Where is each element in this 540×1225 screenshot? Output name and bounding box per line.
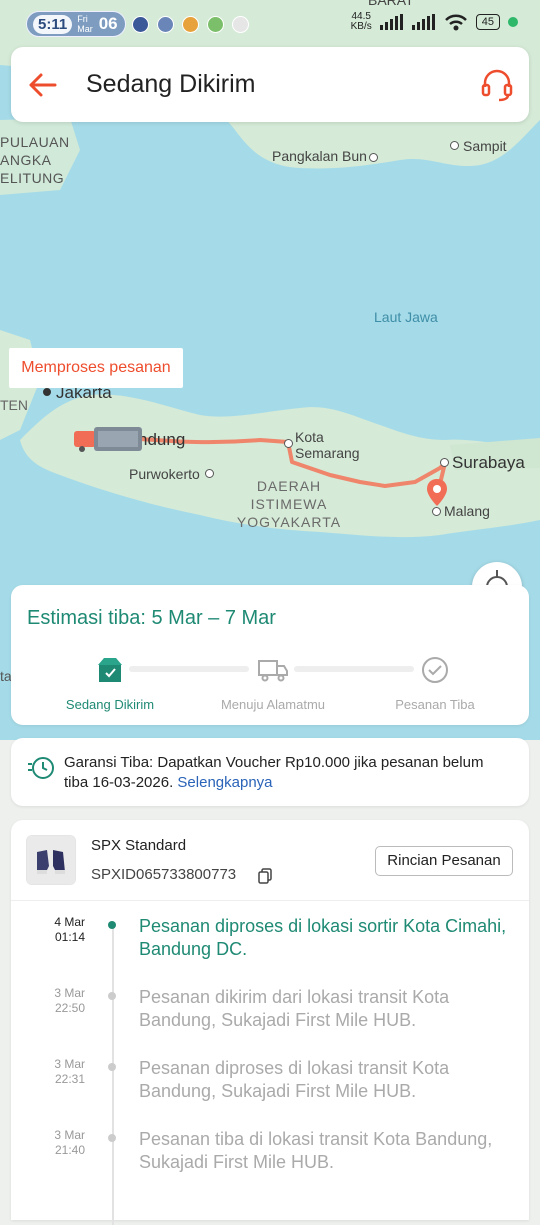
- map-label-malang: Malang: [444, 503, 490, 519]
- timeline-date: 3 Mar 21:40: [54, 1128, 85, 1157]
- map-label-surabaya: Surabaya: [452, 453, 525, 472]
- map-dot-pangkalan-bun: [369, 153, 378, 162]
- headset-icon[interactable]: [479, 67, 515, 103]
- app-icon: [207, 16, 224, 33]
- timeline-dot: [108, 1063, 116, 1071]
- tracking-number: SPXID065733800773: [91, 866, 237, 883]
- step-on-the-way: Menuju Alamatmu: [203, 653, 343, 712]
- guarantee-text: Garansi Tiba: Dapatkan Voucher Rp10.000 …: [64, 754, 484, 791]
- signal-icon: [411, 14, 435, 30]
- map-label-pulau: PULAUAN ANGKA ELITUNG: [0, 134, 70, 186]
- step-label: Pesanan Tiba: [395, 697, 475, 712]
- status-dot-icon: [508, 17, 518, 27]
- network-speed: 44.5 KB/s: [350, 11, 372, 32]
- truck-icon: [74, 427, 142, 452]
- map-dot-semarang: [284, 439, 293, 448]
- top-app-bar: Sedang Dikirim: [11, 47, 529, 122]
- step-arrived: Pesanan Tiba: [365, 653, 505, 712]
- timeline-text: Pesanan diproses di lokasi sortir Kota C…: [139, 916, 507, 959]
- timeline-text: Pesanan diproses di lokasi transit Kota …: [139, 1058, 450, 1101]
- app-icon: [182, 16, 199, 33]
- notification-icons: [132, 16, 249, 33]
- back-arrow-icon[interactable]: [25, 67, 61, 103]
- facebook-icon: [132, 16, 149, 33]
- map-label-laut-jawa: Laut Jawa: [374, 309, 438, 325]
- status-time-pill: 5:11 Fri Mar 06: [26, 11, 126, 37]
- package-icon: [98, 658, 122, 682]
- app-icon: [232, 16, 249, 33]
- copy-icon[interactable]: [258, 868, 272, 884]
- shipment-card: SPX Standard SPXID065733800773 Rincian P…: [11, 820, 529, 1225]
- map-label-diy: DAERAH ISTIMEWA YOGYAKARTA: [236, 478, 342, 530]
- product-thumbnail[interactable]: [26, 835, 76, 885]
- map-callout: Memproses pesanan: [9, 348, 183, 388]
- step-label: Sedang Dikirim: [65, 697, 155, 712]
- app-icon: [157, 16, 174, 33]
- map-dot-surabaya: [440, 458, 449, 467]
- eta-card: Estimasi tiba: 5 Mar – 7 Mar Sedang Diki…: [11, 585, 529, 725]
- map-label-purwokerto: Purwokerto: [129, 466, 200, 482]
- timeline-date: 4 Mar 01:14: [54, 915, 85, 944]
- eta-estimate: Estimasi tiba: 5 Mar – 7 Mar: [27, 607, 276, 629]
- status-date: 06: [98, 14, 118, 33]
- clock-fast-icon: [28, 757, 54, 779]
- guarantee-card[interactable]: Garansi Tiba: Dapatkan Voucher Rp10.000 …: [11, 738, 529, 806]
- map-label-sampit: Sampit: [463, 138, 507, 154]
- timeline-line: [112, 925, 114, 1225]
- signal-icon: [379, 14, 403, 30]
- step-label: Menuju Alamatmu: [220, 697, 326, 712]
- battery-indicator: 45: [475, 14, 500, 30]
- shoes-image: [27, 836, 75, 884]
- timeline-date: 3 Mar 22:50: [54, 986, 85, 1015]
- status-daymonth: Fri Mar: [77, 14, 93, 34]
- map-dot-sampit: [450, 141, 459, 150]
- map-dot-malang: [432, 507, 441, 516]
- map-label-ten: TEN: [0, 397, 28, 413]
- map-dot-purwokerto: [205, 469, 214, 478]
- learn-more-link[interactable]: Selengkapnya: [177, 774, 272, 791]
- page-title: Sedang Dikirim: [86, 70, 256, 98]
- status-bar: 5:11 Fri Mar 06 44.5 KB/s 45: [0, 0, 540, 46]
- timeline-dot: [108, 1134, 116, 1142]
- wifi-icon: [444, 14, 467, 31]
- status-right: 44.5 KB/s 45: [351, 12, 518, 32]
- check-circle-icon: [422, 657, 448, 683]
- status-time: 5:11: [33, 14, 73, 34]
- step-shipping: Sedang Dikirim: [40, 653, 180, 712]
- map-label-pangkalan-bun: Pangkalan Bun: [272, 148, 367, 164]
- timeline-dot: [108, 992, 116, 1000]
- timeline-dot: [108, 921, 116, 929]
- timeline-date: 3 Mar 22:31: [54, 1057, 85, 1086]
- carrier-name: SPX Standard: [91, 837, 187, 854]
- order-details-button[interactable]: Rincian Pesanan: [375, 846, 513, 876]
- map-label-semarang: Kota Semarang: [295, 429, 360, 461]
- timeline-text: Pesanan dikirim dari lokasi transit Kota…: [139, 987, 450, 1030]
- map-dot-jakarta: [43, 388, 51, 396]
- timeline-text: Pesanan tiba di lokasi transit Kota Band…: [139, 1129, 493, 1172]
- divider: [11, 900, 529, 901]
- truck-outline-icon: [258, 660, 288, 682]
- map-label-ta: ta: [0, 668, 12, 684]
